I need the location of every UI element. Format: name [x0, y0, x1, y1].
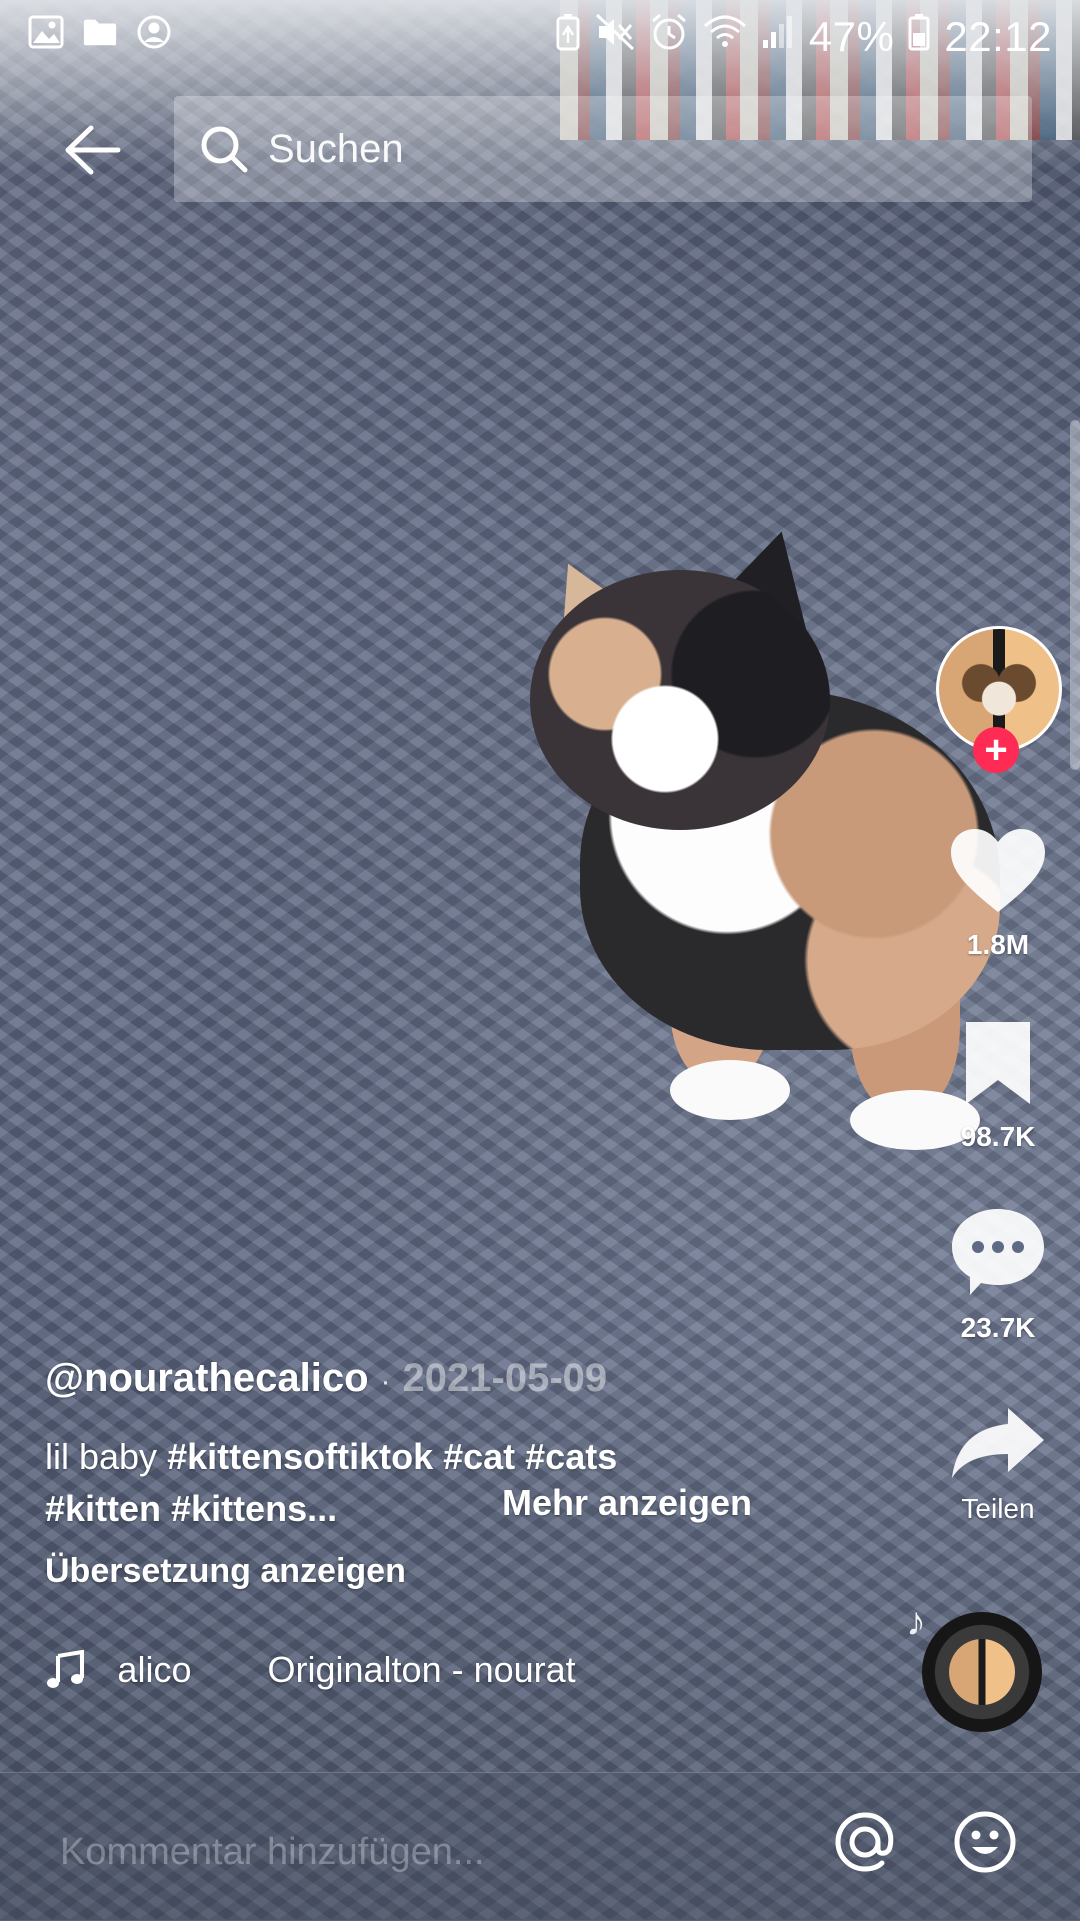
author-username[interactable]: @nourathecalico	[45, 1356, 369, 1401]
kitten-paw	[670, 1060, 790, 1120]
hashtags-line2[interactable]: #kitten #kittens...	[45, 1488, 337, 1529]
mute-icon	[595, 13, 635, 61]
signal-icon	[761, 14, 795, 60]
music-note-icon: ♪	[906, 1600, 926, 1644]
share-label: Teilen	[961, 1493, 1035, 1524]
save-count: 98.7K	[960, 1121, 1036, 1152]
battery-percent: 47%	[808, 13, 895, 60]
comment-button[interactable]: 23.7K	[930, 1205, 1066, 1344]
video-caption: @nourathecalico · 2021-05-09 lil baby #k…	[45, 1356, 905, 1535]
emoji-button[interactable]	[950, 1807, 1020, 1877]
share-icon	[952, 1408, 1044, 1478]
comment-input[interactable]: Kommentar hinzufügen...	[60, 1831, 485, 1874]
music-disc-cover	[949, 1639, 1015, 1705]
follow-button[interactable]: +	[973, 727, 1019, 773]
post-date: 2021-05-09	[402, 1356, 608, 1400]
search-bar[interactable]: Suchen	[174, 96, 1032, 202]
comment-bar[interactable]: Kommentar hinzufügen...	[0, 1772, 1080, 1921]
music-icon	[45, 1648, 87, 1692]
status-bar: 47% 22:12	[0, 0, 1080, 72]
plus-icon: +	[984, 728, 1008, 772]
share-button[interactable]: Teilen	[930, 1404, 1066, 1525]
emoji-icon	[954, 1811, 1016, 1873]
separator-dot: ·	[380, 1365, 391, 1398]
folder-icon	[82, 14, 118, 50]
gallery-icon	[28, 14, 64, 50]
battery-icon	[908, 13, 930, 61]
bookmark-icon	[966, 1022, 1030, 1104]
music-title-part1: alico	[117, 1649, 192, 1690]
at-icon	[835, 1812, 894, 1872]
back-button[interactable]	[60, 118, 124, 182]
music-disc[interactable]	[922, 1612, 1042, 1732]
comment-count: 23.7K	[960, 1312, 1036, 1343]
show-translation-link[interactable]: Übersetzung anzeigen	[45, 1552, 406, 1591]
heart-icon	[951, 829, 1045, 912]
kitten-head	[530, 570, 830, 830]
music-title-part2: Originalton - nourat	[267, 1649, 576, 1690]
search-icon	[198, 123, 250, 175]
description-text: lil baby	[45, 1436, 168, 1477]
scrollbar[interactable]	[1070, 420, 1080, 770]
alarm-icon	[649, 12, 689, 62]
comment-icon	[952, 1209, 1044, 1295]
wifi-icon	[703, 14, 747, 60]
save-button[interactable]: 98.7K	[930, 1018, 1066, 1153]
description: lil baby #kittensoftiktok #cat #cats #ki…	[45, 1431, 905, 1535]
clock: 22:12	[944, 13, 1052, 60]
like-count: 1.8M	[966, 929, 1030, 960]
battery-saver-icon	[555, 13, 581, 61]
like-button[interactable]: 1.8M	[930, 826, 1066, 961]
search-placeholder: Suchen	[268, 126, 404, 171]
music-info[interactable]: alico Originalton - nourat	[45, 1648, 605, 1692]
show-more-link[interactable]: Mehr anzeigen	[502, 1482, 752, 1524]
mention-button[interactable]	[830, 1807, 900, 1877]
back-arrow-icon	[65, 125, 121, 175]
account-icon	[136, 14, 172, 50]
hashtags-line1[interactable]: #kittensoftiktok #cat #cats	[167, 1436, 617, 1477]
